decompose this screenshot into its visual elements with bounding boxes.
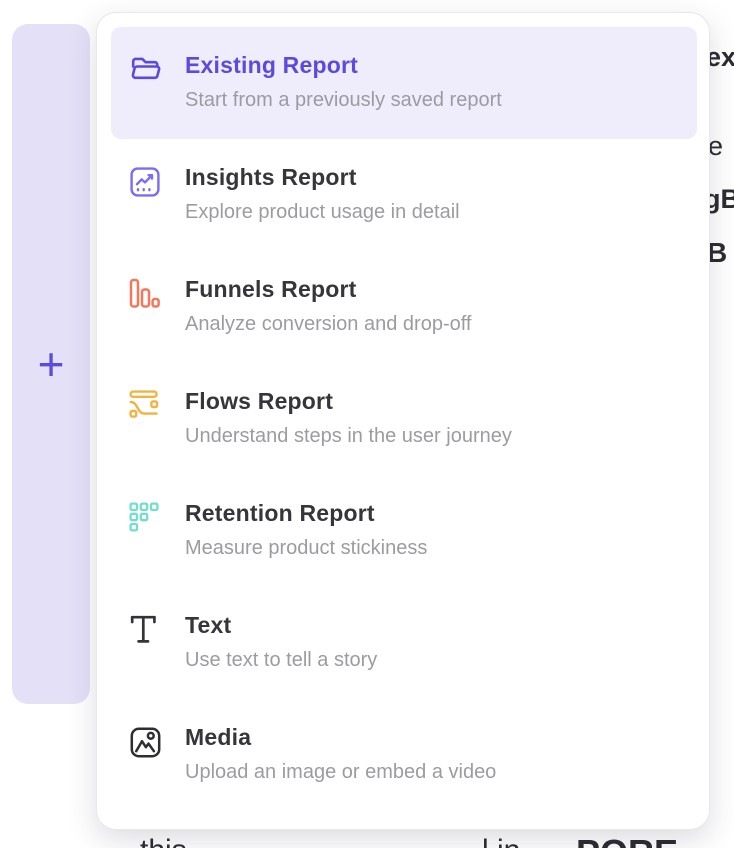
- menu-item-subtitle: Use text to tell a story: [185, 649, 377, 671]
- menu-item-funnels-report[interactable]: Funnels Report Analyze conversion and dr…: [111, 251, 697, 363]
- background-text-fragment: B: [707, 239, 727, 267]
- menu-item-title: Insights Report: [185, 165, 460, 190]
- menu-item-title: Text: [185, 613, 377, 638]
- background-text-fragment: l in: [482, 836, 520, 848]
- menu-item-existing-report[interactable]: Existing Report Start from a previously …: [111, 27, 697, 139]
- flows-icon: [129, 390, 165, 419]
- menu-item-title: Flows Report: [185, 389, 512, 414]
- menu-item-subtitle: Explore product usage in detail: [185, 201, 460, 223]
- insights-icon: [129, 166, 165, 198]
- background-text-fragment: ex: [706, 44, 734, 71]
- add-content-menu: Existing Report Start from a previously …: [96, 12, 710, 830]
- menu-item-subtitle: Measure product stickiness: [185, 537, 427, 559]
- menu-item-title: Retention Report: [185, 501, 427, 526]
- funnels-icon: [129, 278, 165, 309]
- menu-item-title: Funnels Report: [185, 277, 471, 302]
- menu-item-insights-report[interactable]: Insights Report Explore product usage in…: [111, 139, 697, 251]
- menu-item-flows-report[interactable]: Flows Report Understand steps in the use…: [111, 363, 697, 475]
- menu-item-retention-report[interactable]: Retention Report Measure product stickin…: [111, 475, 697, 587]
- menu-item-title: Existing Report: [185, 53, 502, 78]
- app-background: exiegBBthisl inPORE + Existing Report St…: [0, 0, 734, 848]
- menu-item-title: Media: [185, 725, 496, 750]
- folder-icon: [129, 54, 165, 84]
- menu-item-subtitle: Upload an image or embed a video: [185, 761, 496, 783]
- menu-item-subtitle: Analyze conversion and drop-off: [185, 313, 471, 335]
- background-text-fragment: this: [140, 836, 187, 848]
- menu-item-subtitle: Understand steps in the user journey: [185, 425, 512, 447]
- media-icon: [129, 726, 165, 759]
- menu-item-media[interactable]: Media Upload an image or embed a video: [111, 699, 697, 811]
- add-section-rail: +: [12, 24, 90, 704]
- text-icon: [129, 614, 165, 645]
- menu-item-subtitle: Start from a previously saved report: [185, 89, 502, 111]
- retention-icon: [129, 502, 165, 533]
- background-text-fragment: PORE: [576, 835, 678, 848]
- menu-item-text[interactable]: Text Use text to tell a story: [111, 587, 697, 699]
- add-button[interactable]: +: [38, 341, 65, 387]
